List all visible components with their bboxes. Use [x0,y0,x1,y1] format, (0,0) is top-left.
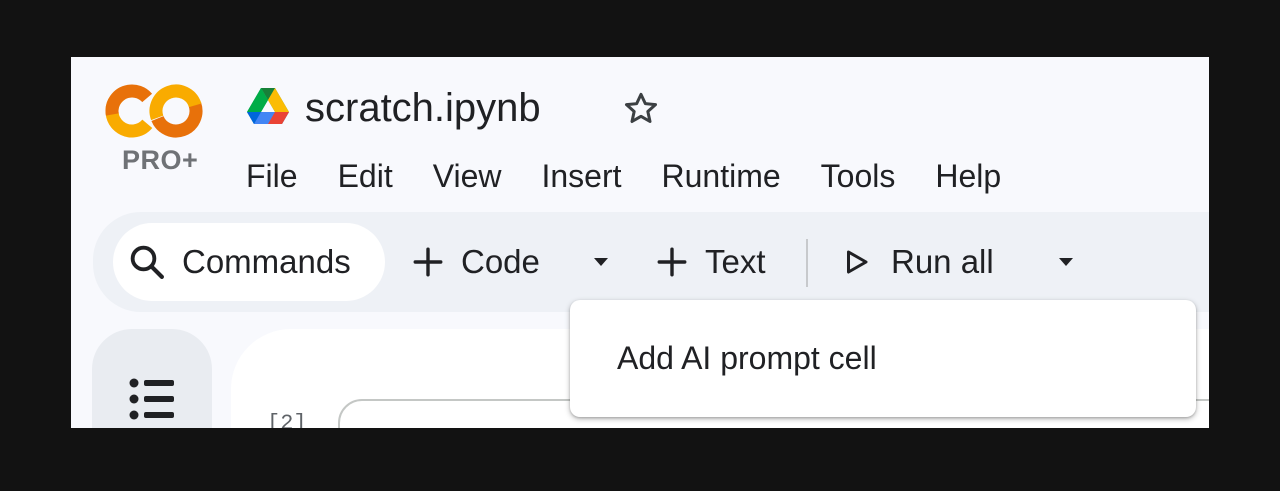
run-all-dropdown-button[interactable] [1048,223,1084,301]
search-icon [130,245,164,279]
colab-window: PRO+ scratch.ipynb File Edit View Insert… [71,57,1209,428]
commands-label: Commands [182,243,351,280]
side-rail [92,329,212,428]
google-drive-icon [247,88,289,124]
menu-runtime[interactable]: Runtime [662,155,801,197]
toolbar: Commands Code Text Run all [93,212,1209,312]
star-icon [625,92,657,123]
menu-item-label: Add AI prompt cell [617,339,877,376]
cell-execution-count: [2] [267,411,307,428]
add-code-button[interactable]: Code [411,223,540,301]
toolbar-divider [806,239,808,287]
plus-icon [413,247,443,277]
run-all-button[interactable]: Run all [841,223,994,301]
code-label: Code [461,243,540,280]
add-text-button[interactable]: Text [655,223,766,301]
chevron-down-icon [594,258,608,266]
plan-badge: PRO+ [122,145,199,175]
colab-logo-icon[interactable] [105,81,205,141]
menu-item-add-ai-prompt-cell[interactable]: Add AI prompt cell [570,320,1196,396]
menu-insert[interactable]: Insert [541,155,641,197]
chevron-down-icon [1059,258,1073,266]
menu-bar: File Edit View Insert Runtime Tools Help [246,155,1001,197]
text-label: Text [705,243,766,280]
code-dropdown-button[interactable] [583,223,619,301]
code-dropdown-menu: Add AI prompt cell [570,300,1196,417]
run-all-label: Run all [891,243,994,280]
table-of-contents-icon[interactable] [128,377,176,421]
star-button[interactable] [619,87,663,131]
plus-icon [657,247,687,277]
menu-view[interactable]: View [433,155,522,197]
menu-file[interactable]: File [246,155,318,197]
commands-button[interactable]: Commands [113,223,385,301]
menu-help[interactable]: Help [935,155,1001,197]
play-outline-icon [847,250,868,274]
menu-edit[interactable]: Edit [338,155,413,197]
notebook-title[interactable]: scratch.ipynb [305,83,541,133]
menu-tools[interactable]: Tools [821,155,916,197]
